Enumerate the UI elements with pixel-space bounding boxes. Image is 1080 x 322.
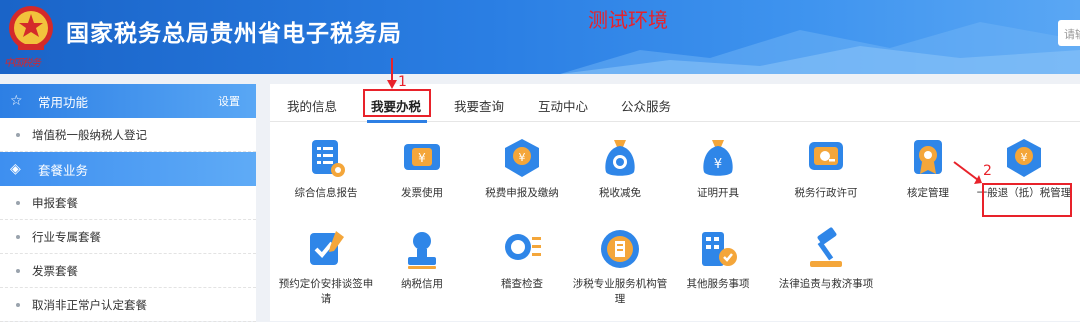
- service-tax-credit[interactable]: 纳税信用: [374, 227, 470, 292]
- service-label: 税费申报及缴纳: [485, 187, 559, 199]
- service-label: 发票使用: [401, 187, 443, 199]
- pricing-icon: [310, 231, 344, 265]
- service-certificate[interactable]: ¥ 证明开具: [670, 136, 766, 201]
- bullet-icon: [16, 132, 20, 137]
- service-agency-management[interactable]: 涉税专业服务机构管理: [572, 227, 668, 307]
- svg-text:¥: ¥: [714, 157, 722, 172]
- service-label: 其他服务事项: [686, 278, 750, 290]
- other-services-icon: [702, 232, 737, 266]
- service-tax-relief[interactable]: 税收减免: [572, 136, 668, 201]
- invoice-icon: ¥: [404, 144, 440, 170]
- svg-text:¥: ¥: [1021, 151, 1028, 164]
- sidebar-item-declare-package[interactable]: 申报套餐: [0, 186, 256, 220]
- agency-icon: [601, 230, 639, 268]
- sidebar: ☆ 常用功能 设置 增值税一般纳税人登记 ◈ 套餐业务 申报套餐 行业专属套餐 …: [0, 84, 256, 322]
- sidebar-item-invoice-package[interactable]: 发票套餐: [0, 254, 256, 288]
- annotation-number-2: 2: [983, 163, 992, 179]
- sidebar-item-cancel-abnormal-package[interactable]: 取消非正常户认定套餐: [0, 288, 256, 322]
- active-tab-indicator: [367, 120, 427, 123]
- annotation-arrow-2: [953, 161, 982, 184]
- site-title: 国家税务总局贵州省电子税务局: [66, 21, 402, 47]
- package-business-header[interactable]: ◈ 套餐业务: [0, 152, 256, 186]
- annotation-box-2: [982, 183, 1072, 217]
- inspection-icon: [505, 234, 541, 260]
- sidebar-item-label: 发票套餐: [32, 263, 78, 278]
- search-input[interactable]: 请输: [1058, 20, 1080, 46]
- settings-link[interactable]: 设置: [218, 93, 240, 109]
- sidebar-item-industry-package[interactable]: 行业专属套餐: [0, 220, 256, 254]
- annotation-number-1: 1: [398, 74, 407, 90]
- service-pricing-arrangement[interactable]: 预约定价安排谈签申请: [278, 227, 374, 307]
- license-icon: [809, 142, 843, 170]
- sidebar-item-label: 行业专属套餐: [32, 229, 101, 244]
- report-icon: [312, 140, 345, 177]
- common-functions-header[interactable]: ☆ 常用功能 设置: [0, 84, 256, 118]
- service-label: 税务行政许可: [794, 187, 858, 199]
- bullet-icon: [16, 234, 20, 239]
- motto-text: 中国税务: [4, 58, 41, 69]
- tab-interaction-center[interactable]: 互动中心: [538, 96, 588, 115]
- top-header: 中国税务 国家税务总局贵州省电子税务局 测试环境 请输: [0, 0, 1080, 74]
- service-report[interactable]: 综合信息报告: [278, 136, 374, 201]
- service-tax-declare[interactable]: ¥ 税费申报及缴纳: [474, 136, 570, 201]
- service-legal[interactable]: 法律追责与救济事项: [778, 227, 874, 292]
- common-functions-label: 常用功能: [38, 94, 89, 110]
- bullet-icon: [16, 302, 20, 307]
- bullet-icon: [16, 268, 20, 273]
- environment-label: 测试环境: [588, 8, 668, 32]
- service-label: 证明开具: [697, 187, 739, 199]
- service-label: 预约定价安排谈签申请: [278, 278, 374, 305]
- service-label: 税收减免: [599, 187, 641, 199]
- sidebar-item-label: 增值税一般纳税人登记: [32, 127, 147, 142]
- tax-refund-icon: ¥: [1007, 139, 1041, 177]
- certificate-icon: ¥: [703, 140, 733, 176]
- annotation-box-1: [363, 89, 431, 117]
- approval-icon: [914, 140, 942, 174]
- bullet-icon: [16, 200, 20, 205]
- service-label: 综合信息报告: [294, 187, 358, 199]
- sidebar-item-vat-registration[interactable]: 增值税一般纳税人登记: [0, 118, 256, 152]
- service-label: 涉税专业服务机构管理: [572, 278, 668, 305]
- tab-public-service[interactable]: 公众服务: [621, 96, 671, 115]
- tax-declare-icon: ¥: [505, 139, 539, 177]
- tab-query[interactable]: 我要查询: [454, 96, 504, 115]
- service-label: 纳税信用: [401, 278, 443, 290]
- tax-emblem-icon: [9, 6, 53, 50]
- service-other[interactable]: 其他服务事项: [670, 227, 766, 292]
- star-icon: ☆: [10, 93, 23, 109]
- tab-my-info[interactable]: 我的信息: [287, 96, 337, 115]
- sidebar-item-label: 取消非正常户认定套餐: [32, 297, 147, 312]
- package-business-label: 套餐业务: [38, 162, 89, 178]
- service-inspection[interactable]: 稽查检查: [474, 227, 570, 292]
- tax-relief-icon: [605, 140, 635, 176]
- service-label: 稽查检查: [501, 278, 543, 290]
- service-invoice[interactable]: ¥ 发票使用: [374, 136, 470, 201]
- service-label: 法律追责与救济事项: [778, 278, 874, 290]
- layers-icon: ◈: [10, 161, 21, 177]
- svg-text:¥: ¥: [519, 151, 526, 164]
- svg-text:¥: ¥: [418, 151, 426, 165]
- main-panel: 我的信息 我要办税 我要查询 互动中心 公众服务 综合信息报告 ¥ 发票使用 ¥: [270, 84, 1080, 321]
- sidebar-item-label: 申报套餐: [32, 195, 78, 210]
- legal-icon: [810, 227, 842, 267]
- credit-icon: [408, 232, 436, 269]
- service-label: 核定管理: [907, 187, 949, 199]
- service-license[interactable]: 税务行政许可: [778, 136, 874, 201]
